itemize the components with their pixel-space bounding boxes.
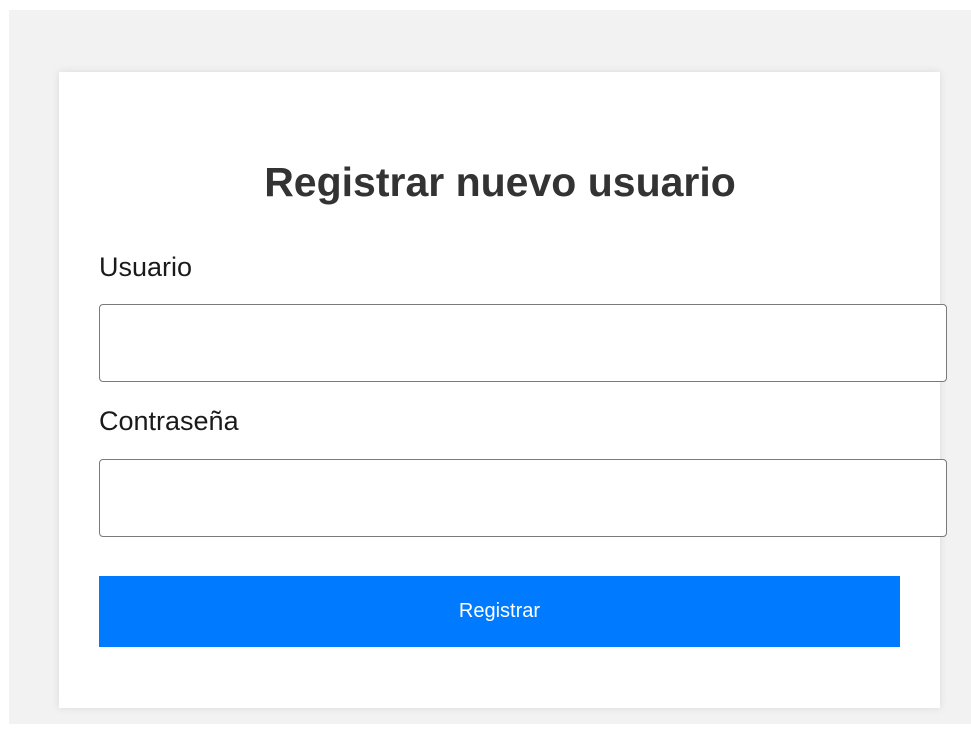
username-label: Usuario bbox=[99, 252, 193, 282]
password-input[interactable] bbox=[99, 459, 947, 537]
username-input[interactable] bbox=[99, 304, 947, 382]
page-title: Registrar nuevo usuario bbox=[264, 159, 736, 205]
password-label: Contraseña bbox=[99, 406, 239, 436]
register-button[interactable]: Registrar bbox=[99, 576, 900, 647]
